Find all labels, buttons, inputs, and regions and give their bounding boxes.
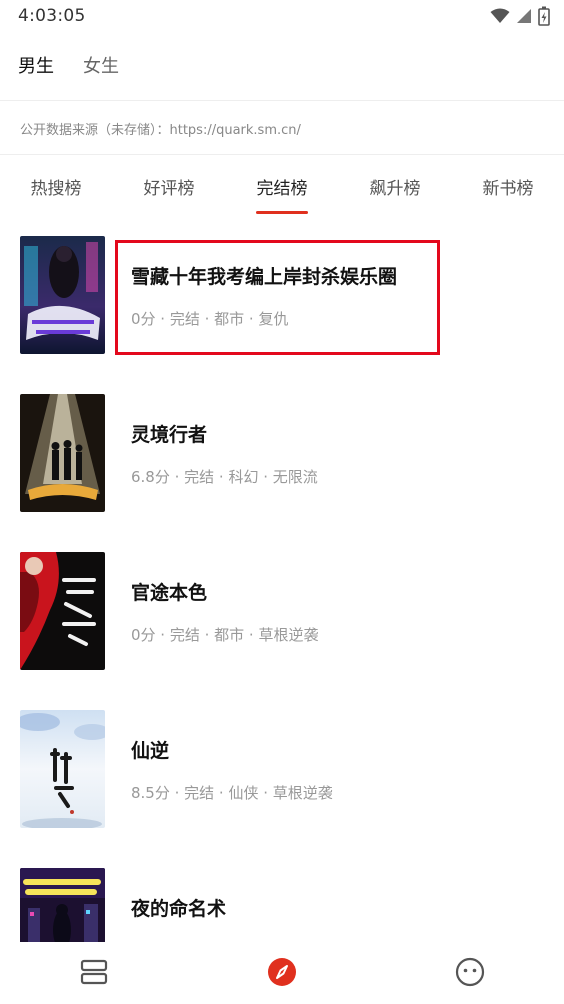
book-item[interactable]: 灵境行者 6.8分 · 完结 · 科幻 · 无限流 bbox=[0, 376, 564, 534]
signal-icon bbox=[517, 9, 531, 23]
gender-tabs: 男生 女生 bbox=[0, 44, 564, 88]
book-cover bbox=[20, 394, 105, 512]
tab-rising[interactable]: 飙升榜 bbox=[350, 174, 440, 199]
tab-female[interactable]: 女生 bbox=[83, 52, 119, 78]
bookshelf-icon[interactable] bbox=[78, 956, 110, 988]
book-item[interactable]: 官途本色 0分 · 完结 · 都市 · 草根逆袭 bbox=[0, 534, 564, 692]
divider bbox=[0, 154, 564, 155]
book-cover bbox=[20, 710, 105, 828]
status-time: 4:03:05 bbox=[18, 6, 86, 26]
highlight-box bbox=[115, 240, 440, 355]
book-meta: 6.8分 · 完结 · 科幻 · 无限流 bbox=[131, 468, 318, 486]
book-title[interactable]: 官途本色 bbox=[131, 578, 207, 605]
battery-icon bbox=[538, 6, 550, 26]
profile-face-icon[interactable] bbox=[454, 956, 486, 988]
book-title[interactable]: 灵境行者 bbox=[131, 420, 207, 447]
book-cover bbox=[20, 236, 105, 354]
bottom-nav bbox=[0, 942, 564, 1004]
active-tab-indicator bbox=[256, 211, 308, 214]
tab-completed[interactable]: 完结榜 bbox=[237, 174, 327, 199]
book-title[interactable]: 仙逆 bbox=[131, 736, 169, 763]
book-title[interactable]: 夜的命名术 bbox=[131, 894, 226, 921]
status-bar: 4:03:05 bbox=[0, 0, 564, 34]
tab-hot-search[interactable]: 热搜榜 bbox=[11, 174, 101, 199]
book-cover bbox=[20, 552, 105, 670]
data-source-note: 公开数据来源（未存储）：https://quark.sm.cn/ bbox=[20, 123, 301, 138]
book-item[interactable]: 仙逆 8.5分 · 完结 · 仙侠 · 草根逆袭 bbox=[0, 692, 564, 850]
tab-new-books[interactable]: 新书榜 bbox=[463, 174, 553, 199]
compass-icon[interactable] bbox=[266, 956, 298, 988]
tab-male[interactable]: 男生 bbox=[18, 52, 54, 78]
divider bbox=[0, 100, 564, 101]
wifi-icon bbox=[490, 8, 510, 23]
tab-top-rated[interactable]: 好评榜 bbox=[124, 174, 214, 199]
book-meta: 8.5分 · 完结 · 仙侠 · 草根逆袭 bbox=[131, 784, 333, 802]
book-meta: 0分 · 完结 · 都市 · 草根逆袭 bbox=[131, 626, 319, 644]
ranking-tabs: 热搜榜 好评榜 完结榜 飙升榜 新书榜 bbox=[0, 156, 564, 218]
status-icons bbox=[490, 6, 550, 26]
